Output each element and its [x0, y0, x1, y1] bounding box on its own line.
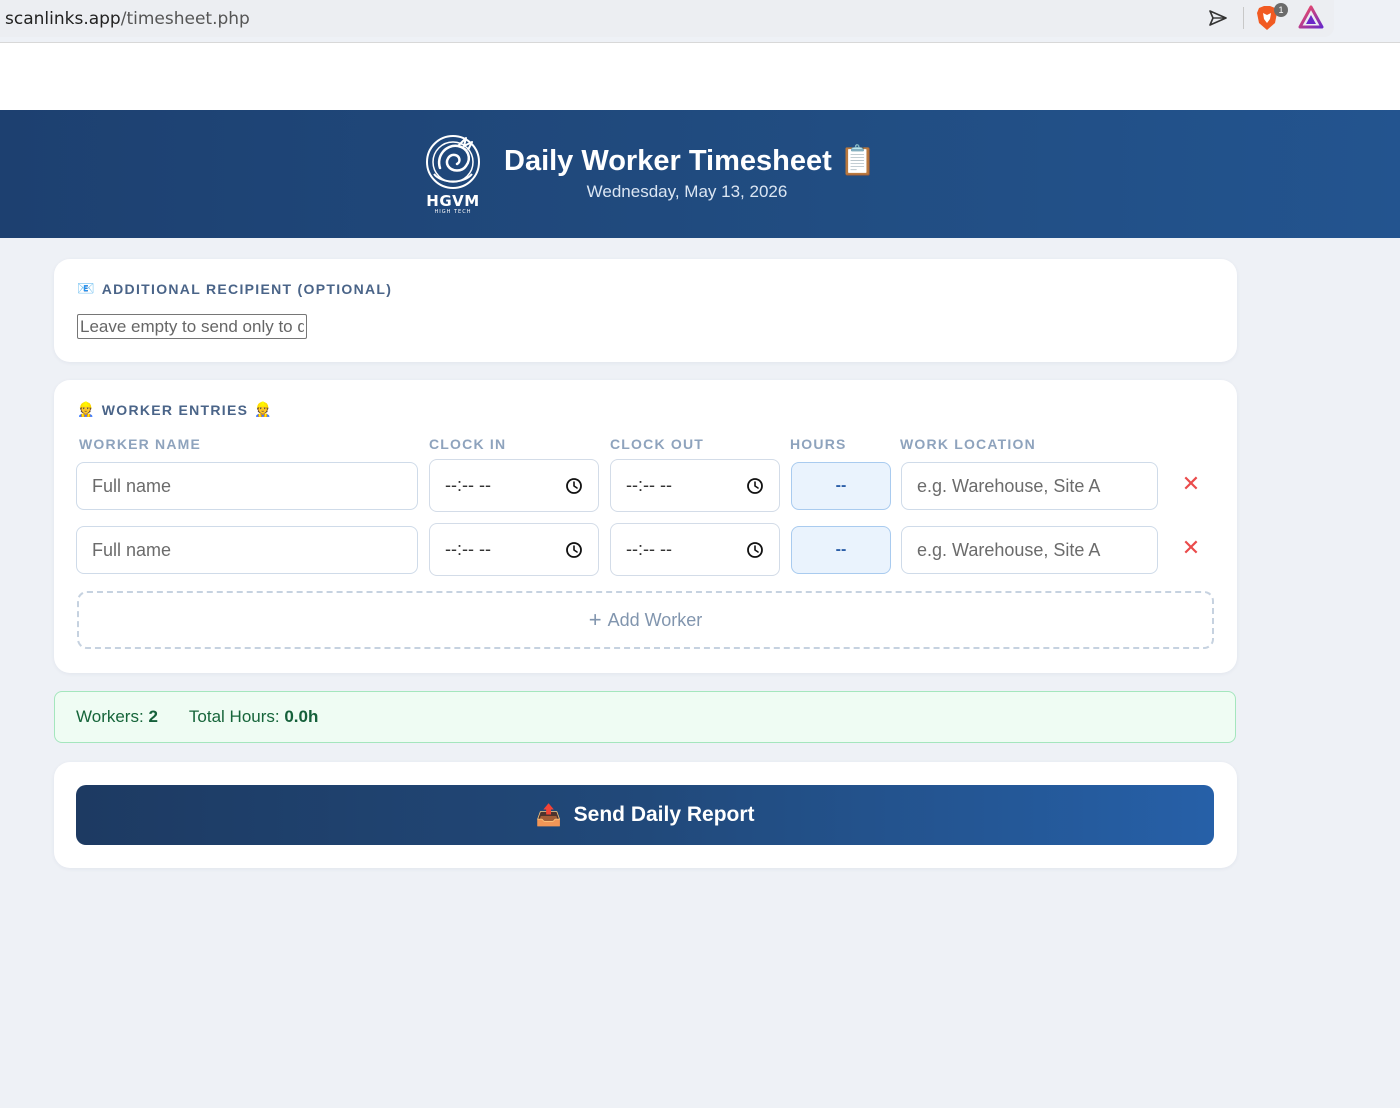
worker-row: --:-- -- --:-- -- -- ✕ — [54, 523, 1237, 577]
remove-worker-button[interactable]: ✕ — [1180, 471, 1202, 497]
add-worker-label: Add Worker — [607, 609, 703, 630]
worker-icon: 👷 — [254, 402, 274, 418]
clock-icon[interactable] — [746, 541, 764, 559]
work-location-input[interactable] — [901, 462, 1158, 510]
worker-label-text: WORKER ENTRIES — [101, 402, 249, 418]
page-header: HGVM HIGH TECH Daily Worker Timesheet 📋 … — [0, 110, 1400, 238]
worker-section-label: 👷 WORKER ENTRIES 👷 — [77, 402, 273, 418]
workers-count-label: Workers: — [76, 707, 144, 726]
address-bar[interactable]: scanlinks.app/timesheet.php 1 — [0, 0, 1334, 37]
url-path: /timesheet.php — [120, 8, 250, 29]
worker-icon: 👷 — [77, 402, 96, 418]
recipient-email-input[interactable] — [77, 314, 307, 339]
clock-icon[interactable] — [565, 541, 583, 559]
clock-icon[interactable] — [565, 477, 583, 495]
column-header-name: WORKER NAME — [79, 436, 202, 452]
top-spacer — [0, 43, 1400, 110]
total-hours: Total Hours: 0.0h — [189, 707, 318, 727]
column-header-location: WORK LOCATION — [900, 436, 1036, 452]
send-report-button[interactable]: 📤 Send Daily Report — [76, 785, 1214, 845]
worker-name-input[interactable] — [76, 526, 418, 574]
plus-icon: + — [588, 607, 602, 632]
hours-display: -- — [791, 462, 891, 510]
logo-subtext: HIGH TECH — [434, 209, 472, 215]
clock-in-value: --:-- -- — [445, 475, 491, 495]
clock-out-value: --:-- -- — [626, 475, 672, 495]
email-icon: 📧 — [77, 281, 96, 297]
work-location-input[interactable] — [901, 526, 1158, 574]
logo-text: HGVM — [426, 192, 480, 210]
worker-row: --:-- -- --:-- -- -- ✕ — [54, 459, 1237, 513]
remove-worker-button[interactable]: ✕ — [1180, 535, 1202, 561]
workers-count-value: 2 — [148, 707, 158, 726]
column-header-clock-out: CLOCK OUT — [610, 436, 705, 452]
recipient-label-text: ADDITIONAL RECIPIENT (OPTIONAL) — [101, 281, 393, 297]
clock-in-input[interactable]: --:-- -- — [429, 459, 599, 512]
send-report-label: Send Daily Report — [573, 803, 755, 826]
brave-rewards-icon[interactable] — [1298, 5, 1324, 31]
extension-badge: 1 — [1274, 3, 1288, 17]
worker-entries-card: 👷 WORKER ENTRIES 👷 WORKER NAME CLOCK IN … — [54, 380, 1237, 673]
url-text[interactable]: scanlinks.app/timesheet.php — [5, 9, 250, 29]
total-hours-value: 0.0h — [284, 707, 319, 726]
page-date: Wednesday, May 13, 2026 — [586, 182, 788, 201]
brave-shields-icon[interactable]: 1 — [1256, 3, 1288, 31]
column-header-clock-in: CLOCK IN — [429, 436, 507, 452]
send-to-device-icon[interactable] — [1205, 5, 1231, 31]
url-host: scanlinks.app — [5, 8, 121, 29]
send-card: 📤 Send Daily Report — [54, 762, 1237, 868]
summary-bar: Workers: 2 Total Hours: 0.0h — [54, 691, 1236, 743]
clock-out-input[interactable]: --:-- -- — [610, 523, 780, 576]
add-worker-button[interactable]: + Add Worker — [77, 591, 1214, 649]
clock-in-input[interactable]: --:-- -- — [429, 523, 599, 576]
company-logo: HGVM HIGH TECH — [418, 132, 488, 218]
recipient-card: 📧 ADDITIONAL RECIPIENT (OPTIONAL) — [54, 259, 1237, 362]
workers-count: Workers: 2 — [76, 707, 158, 727]
clock-out-value: --:-- -- — [626, 539, 672, 559]
worker-name-input[interactable] — [76, 462, 418, 510]
column-header-hours: HOURS — [790, 436, 847, 452]
outbox-icon: 📤 — [535, 802, 562, 827]
clock-out-input[interactable]: --:-- -- — [610, 459, 780, 512]
page-title: Daily Worker Timesheet 📋 — [504, 145, 876, 177]
clock-icon[interactable] — [746, 477, 764, 495]
hours-display: -- — [791, 526, 891, 574]
toolbar-separator — [1243, 7, 1244, 29]
total-hours-label: Total Hours: — [188, 707, 280, 726]
clock-in-value: --:-- -- — [445, 539, 491, 559]
recipient-section-label: 📧 ADDITIONAL RECIPIENT (OPTIONAL) — [77, 281, 392, 297]
dragon-logo-icon — [426, 135, 480, 189]
